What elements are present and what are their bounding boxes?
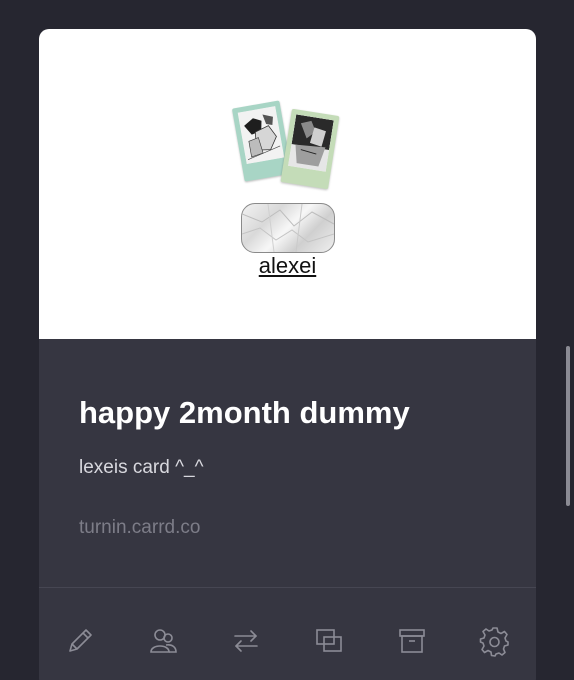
card-description: lexeis card ^_^ — [79, 457, 204, 478]
crumpled-paper-button[interactable] — [241, 203, 335, 253]
duplicate-icon[interactable] — [312, 624, 346, 658]
scrollbar-thumb[interactable] — [566, 346, 570, 506]
settings-gear-icon[interactable] — [478, 624, 512, 658]
users-icon[interactable] — [146, 624, 180, 658]
card-title[interactable]: happy 2month dummy — [79, 339, 496, 431]
site-card[interactable]: alexei happy 2month dummy lexeis card ^_… — [39, 29, 536, 680]
card-info: happy 2month dummy lexeis card ^_^ turni… — [39, 339, 536, 539]
polaroid-photo-right — [280, 108, 340, 190]
card-preview[interactable]: alexei — [39, 29, 536, 339]
archive-box-icon[interactable] — [395, 624, 429, 658]
name-link[interactable]: alexei — [39, 253, 536, 279]
app-page: alexei happy 2month dummy lexeis card ^_… — [0, 0, 574, 680]
edit-pencil-icon[interactable] — [63, 624, 97, 658]
card-url[interactable]: turnin.carrd.co — [79, 517, 496, 539]
transfer-arrows-icon[interactable] — [229, 624, 263, 658]
card-toolbar — [39, 587, 536, 680]
